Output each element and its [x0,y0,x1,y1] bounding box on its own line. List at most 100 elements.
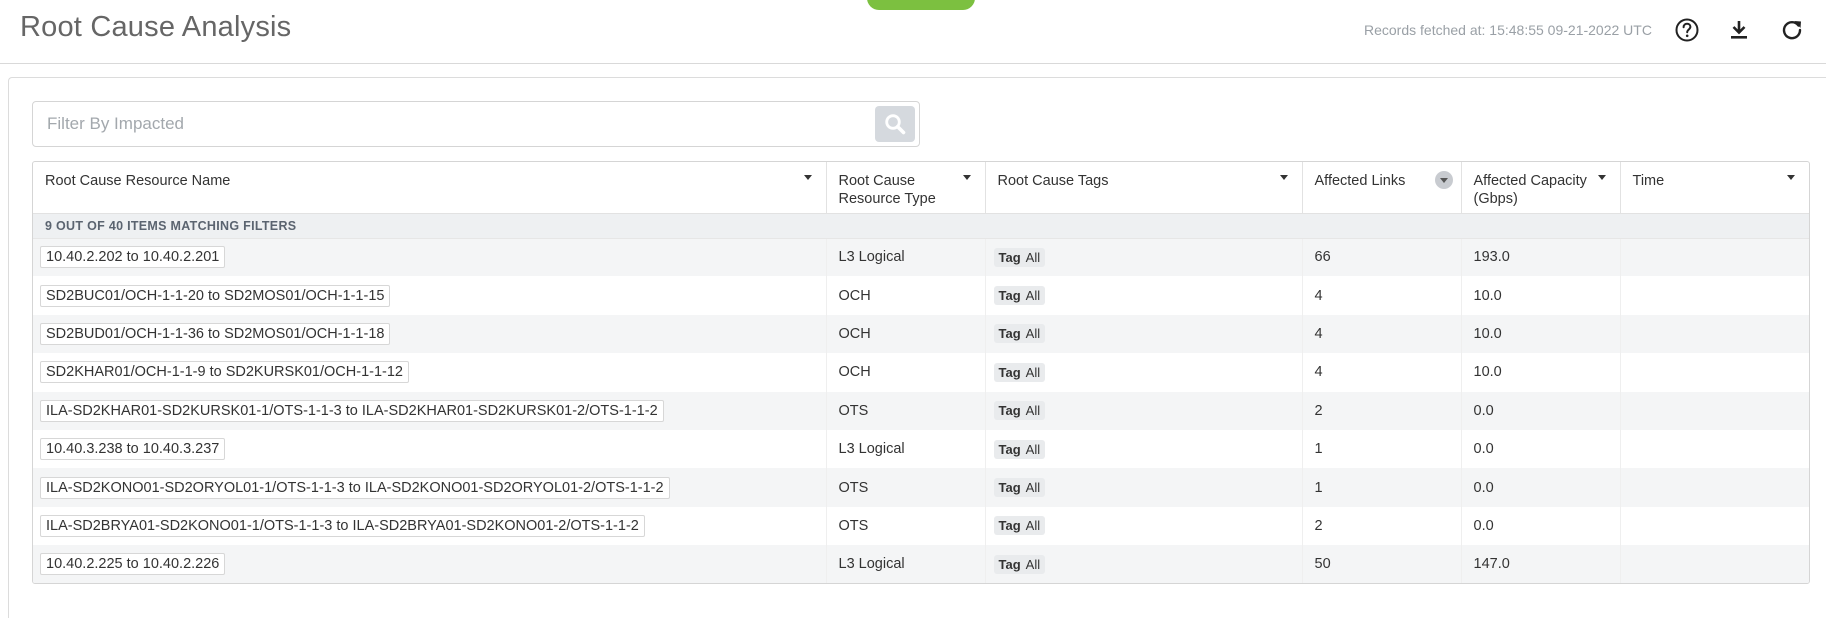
cell-affected-links: 4 [1302,353,1462,392]
cell-affected-links: 2 [1302,391,1462,430]
column-header-name[interactable]: Root Cause Resource Name [33,162,827,214]
table-row[interactable]: 10.40.2.202 to 10.40.2.201 L3 Logical Ta… [33,238,1809,277]
cell-resource-name: SD2KHAR01/OCH-1-1-9 to SD2KURSK01/OCH-1-… [33,353,827,392]
resource-name-box[interactable]: 10.40.3.238 to 10.40.3.237 [40,438,226,461]
column-header-label: Root Cause Resource Type [838,173,936,207]
tag-value: All [1025,518,1041,534]
table-row[interactable]: ILA-SD2KHAR01-SD2KURSK01-1/OTS-1-1-3 to … [33,391,1809,430]
cell-tags: Tag All [985,391,1303,430]
resource-name-box[interactable]: SD2BUD01/OCH-1-1-36 to SD2MOS01/OCH-1-1-… [40,322,391,345]
column-header-capacity[interactable]: Affected Capacity (Gbps) [1461,162,1621,214]
cell-affected-capacity: 10.0 [1461,353,1621,392]
help-button[interactable] [1671,14,1703,46]
column-header-label: Time [1632,173,1665,189]
search-button[interactable] [875,106,915,142]
cell-time [1620,430,1809,468]
top-bar: Root Cause Analysis Records fetched at: … [0,0,1826,64]
column-header-time[interactable]: Time [1620,162,1809,214]
sort-caret-icon[interactable] [962,175,971,180]
tag-chip[interactable]: Tag All [993,478,1046,498]
tag-label: Tag [998,249,1021,265]
tag-value: All [1025,556,1041,572]
cell-resource-name: ILA-SD2KHAR01-SD2KURSK01-1/OTS-1-1-3 to … [33,391,827,430]
tag-value: All [1025,249,1041,265]
sort-caret-icon[interactable] [1279,175,1288,180]
matching-filters-text: 9 OUT OF 40 ITEMS MATCHING FILTERS [33,213,1809,239]
cell-tags: Tag All [985,506,1303,546]
table-row[interactable]: 10.40.2.225 to 10.40.2.226 L3 Logical Ta… [33,545,1809,583]
cell-tags: Tag All [985,468,1303,507]
column-header-label: Root Cause Resource Name [45,173,231,189]
cell-time [1620,545,1809,583]
tag-chip[interactable]: Tag All [993,362,1046,382]
cell-affected-links: 1 [1302,429,1462,469]
resource-name-box[interactable]: ILA-SD2KHAR01-SD2KURSK01-1/OTS-1-1-3 to … [40,399,664,422]
sort-caret-icon[interactable] [1597,175,1606,180]
resource-name-box[interactable]: SD2KHAR01/OCH-1-1-9 to SD2KURSK01/OCH-1-… [40,361,409,384]
cell-affected-capacity: 0.0 [1461,429,1621,469]
table-row[interactable]: SD2KHAR01/OCH-1-1-9 to SD2KURSK01/OCH-1-… [33,353,1809,392]
table-row[interactable]: ILA-SD2KONO01-SD2ORYOL01-1/OTS-1-1-3 to … [33,468,1809,507]
cell-affected-capacity: 10.0 [1461,314,1621,354]
cell-time [1620,314,1809,354]
cell-affected-links: 1 [1302,468,1462,507]
tag-chip[interactable]: Tag All [993,324,1046,344]
cell-resource-type: OCH [826,353,986,392]
tag-chip[interactable]: Tag All [993,286,1046,306]
green-tab-handle[interactable] [867,0,975,10]
tag-chip[interactable]: Tag All [993,247,1046,267]
resource-name-box[interactable]: 10.40.2.202 to 10.40.2.201 [40,246,226,269]
records-fetched-timestamp: Records fetched at: 15:48:55 09-21-2022 … [1364,22,1652,38]
cell-resource-type: OCH [826,276,986,315]
root-cause-table: Root Cause Resource Name Root Cause Reso… [32,161,1810,584]
cell-resource-name: ILA-SD2KONO01-SD2ORYOL01-1/OTS-1-1-3 to … [33,468,827,507]
cell-tags: Tag All [985,314,1303,354]
cell-tags: Tag All [985,238,1303,277]
refresh-button[interactable] [1776,14,1808,46]
tag-value: All [1025,288,1041,304]
cell-tags: Tag All [985,353,1303,392]
sort-caret-icon[interactable] [803,175,812,180]
download-button[interactable] [1723,14,1755,46]
table-row[interactable]: 10.40.3.238 to 10.40.3.237 L3 Logical Ta… [33,429,1809,469]
resource-name-box[interactable]: ILA-SD2KONO01-SD2ORYOL01-1/OTS-1-1-3 to … [40,476,670,499]
tag-label: Tag [998,518,1021,534]
table-row[interactable]: SD2BUC01/OCH-1-1-20 to SD2MOS01/OCH-1-1-… [33,276,1809,315]
tag-chip[interactable]: Tag All [993,516,1046,536]
cell-resource-type: L3 Logical [826,238,986,277]
column-header-tags[interactable]: Root Cause Tags [985,162,1303,214]
tag-label: Tag [998,403,1021,419]
tag-chip[interactable]: Tag All [993,554,1046,574]
cell-time [1620,276,1809,314]
refresh-icon [1782,21,1802,40]
sort-caret-icon[interactable] [1787,175,1795,180]
table-row[interactable]: ILA-SD2BRYA01-SD2KONO01-1/OTS-1-1-3 to I… [33,506,1809,546]
download-icon [1731,21,1747,39]
table-row[interactable]: SD2BUD01/OCH-1-1-36 to SD2MOS01/OCH-1-1-… [33,314,1809,354]
cell-time [1620,468,1809,507]
help-icon [1675,18,1699,42]
resource-name-box[interactable]: ILA-SD2BRYA01-SD2KONO01-1/OTS-1-1-3 to I… [40,514,645,537]
cell-affected-capacity: 0.0 [1461,506,1621,546]
tag-label: Tag [998,480,1021,496]
filter-input[interactable] [47,102,847,146]
resource-name-box[interactable]: SD2BUC01/OCH-1-1-20 to SD2MOS01/OCH-1-1-… [40,284,391,307]
matching-filters-row: 9 OUT OF 40 ITEMS MATCHING FILTERS [33,213,1809,239]
resource-name-box[interactable]: 10.40.2.225 to 10.40.2.226 [40,553,226,576]
column-header-type[interactable]: Root Cause Resource Type [826,162,986,214]
cell-resource-name: ILA-SD2BRYA01-SD2KONO01-1/OTS-1-1-3 to I… [33,506,827,546]
tag-value: All [1025,480,1041,496]
sorted-caret-icon[interactable] [1434,171,1453,189]
tag-value: All [1025,364,1041,380]
tag-label: Tag [998,556,1021,572]
cell-time [1620,391,1809,430]
cell-time [1620,507,1809,545]
column-header-links[interactable]: Affected Links [1302,162,1462,214]
cell-affected-capacity: 147.0 [1461,545,1621,583]
tag-chip[interactable]: Tag All [993,439,1046,459]
table-header-row: Root Cause Resource Name Root Cause Reso… [33,162,1809,214]
tag-chip[interactable]: Tag All [993,401,1046,421]
cell-tags: Tag All [985,276,1303,315]
page-title: Root Cause Analysis [20,11,292,43]
cell-resource-type: OTS [826,506,986,546]
